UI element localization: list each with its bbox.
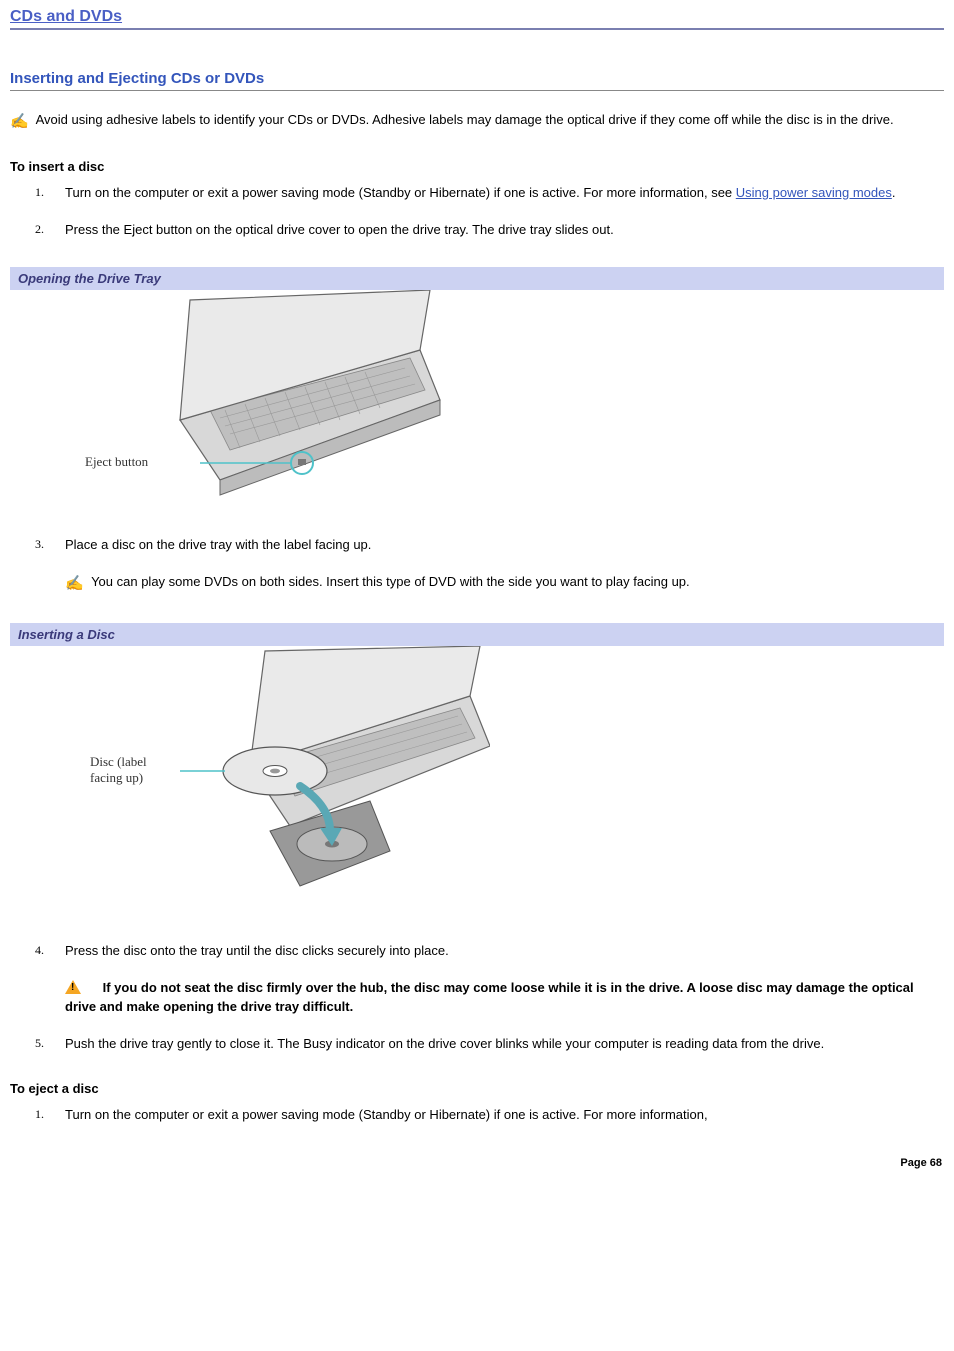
step-4-warning-text: If you do not seat the disc firmly over …: [65, 980, 914, 1014]
section-title: Inserting and Ejecting CDs or DVDs: [10, 70, 944, 91]
figure-1-title: Opening the Drive Tray: [10, 267, 944, 290]
note-icon: ✍: [65, 573, 84, 595]
step-3-text: Place a disc on the drive tray with the …: [65, 537, 371, 552]
step-number: 5.: [35, 1035, 44, 1052]
insert-steps: 1. Turn on the computer or exit a power …: [10, 184, 944, 240]
eject-steps: 1. Turn on the computer or exit a power …: [10, 1106, 944, 1125]
step-number: 1.: [35, 1106, 44, 1123]
step-number: 1.: [35, 184, 44, 201]
eject-heading: To eject a disc: [10, 1081, 944, 1096]
warning-icon: [65, 980, 81, 994]
step-1-text-c: .: [892, 185, 896, 200]
eject-step-1-text: Turn on the computer or exit a power sav…: [65, 1107, 708, 1122]
disc-label-line2: facing up): [90, 770, 143, 785]
page-number: Page 68: [900, 1157, 942, 1169]
step-3: 3. Place a disc on the drive tray with t…: [10, 536, 944, 595]
insert-disc-illustration: Disc (label facing up): [70, 646, 490, 906]
insert-steps-cont: 3. Place a disc on the drive tray with t…: [10, 536, 944, 595]
step-number: 2.: [35, 221, 44, 238]
step-3-note: ✍ You can play some DVDs on both sides. …: [65, 573, 944, 595]
drive-tray-open-illustration: Eject button: [70, 290, 450, 500]
step-4-warning: If you do not seat the disc firmly over …: [65, 979, 944, 1017]
step-5-text: Push the drive tray gently to close it. …: [65, 1036, 824, 1051]
step-3-note-text: You can play some DVDs on both sides. In…: [91, 574, 690, 589]
power-saving-link[interactable]: Using power saving modes: [736, 185, 892, 200]
figure-2-title: Inserting a Disc: [10, 623, 944, 646]
insert-steps-cont2: 4. Press the disc onto the tray until th…: [10, 942, 944, 1053]
note-icon: ✍: [10, 111, 29, 133]
step-2-text: Press the Eject button on the optical dr…: [65, 222, 614, 237]
top-note: ✍ Avoid using adhesive labels to identif…: [10, 111, 944, 133]
step-number: 4.: [35, 942, 44, 959]
figure-2: Disc (label facing up): [70, 646, 944, 906]
eject-button-label: Eject button: [85, 454, 149, 469]
step-4: 4. Press the disc onto the tray until th…: [10, 942, 944, 1017]
step-number: 3.: [35, 536, 44, 553]
figure-1: Eject button: [70, 290, 944, 500]
insert-heading: To insert a disc: [10, 159, 944, 174]
step-2: 2. Press the Eject button on the optical…: [10, 221, 944, 240]
step-5: 5. Push the drive tray gently to close i…: [10, 1035, 944, 1054]
eject-step-1: 1. Turn on the computer or exit a power …: [10, 1106, 944, 1125]
disc-label-line1: Disc (label: [90, 754, 147, 769]
step-1: 1. Turn on the computer or exit a power …: [10, 184, 944, 203]
page-title: CDs and DVDs: [10, 8, 944, 30]
step-4-text: Press the disc onto the tray until the d…: [65, 943, 449, 958]
top-note-text: Avoid using adhesive labels to identify …: [36, 112, 894, 127]
step-1-text-a: Turn on the computer or exit a power sav…: [65, 185, 736, 200]
